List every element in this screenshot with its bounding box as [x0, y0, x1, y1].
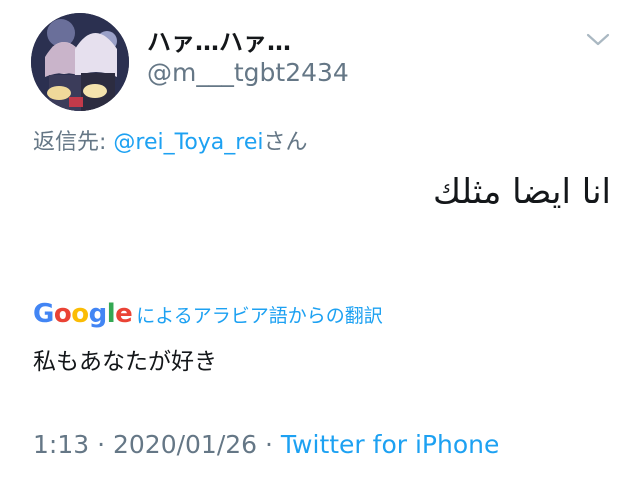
meta-separator: ·: [89, 430, 113, 459]
avatar[interactable]: [31, 13, 129, 111]
google-logo-letter: G: [33, 299, 54, 329]
tweet-time: 1:13: [33, 430, 90, 459]
translated-text: 私もあなたが好き: [33, 349, 217, 375]
google-logo-letter: o: [53, 299, 72, 329]
google-logo: Google: [33, 299, 133, 329]
meta-separator: ·: [257, 430, 281, 459]
google-logo-letter: o: [71, 299, 89, 329]
chevron-down-icon[interactable]: [584, 30, 612, 50]
translation-attribution: Google によるアラビア語からの翻訳: [33, 298, 383, 330]
tweet-source-link[interactable]: Twitter for iPhone: [281, 430, 499, 459]
google-logo-letter: e: [115, 299, 133, 329]
tweet-meta: 1:13 · 2020/01/26 · Twitter for iPhone: [33, 430, 499, 459]
reply-suffix: さん: [263, 130, 308, 155]
translation-label[interactable]: によるアラビア語からの翻訳: [136, 301, 382, 328]
reply-prefix: 返信先:: [33, 130, 114, 155]
tweet-date: 2020/01/26: [112, 430, 258, 459]
avatar-image: [31, 13, 129, 111]
reply-to-line: 返信先: @rei_Toya_reiさん: [33, 124, 308, 156]
user-handle[interactable]: @m___tgbt2434: [147, 58, 349, 87]
reply-mention-link[interactable]: @rei_Toya_rei: [113, 130, 263, 155]
google-logo-letter: l: [106, 299, 116, 329]
display-name[interactable]: ハァ…ハァ…: [147, 22, 291, 57]
google-logo-letter: g: [88, 299, 108, 329]
tweet-text: انا ايضا مثلك: [432, 172, 611, 212]
